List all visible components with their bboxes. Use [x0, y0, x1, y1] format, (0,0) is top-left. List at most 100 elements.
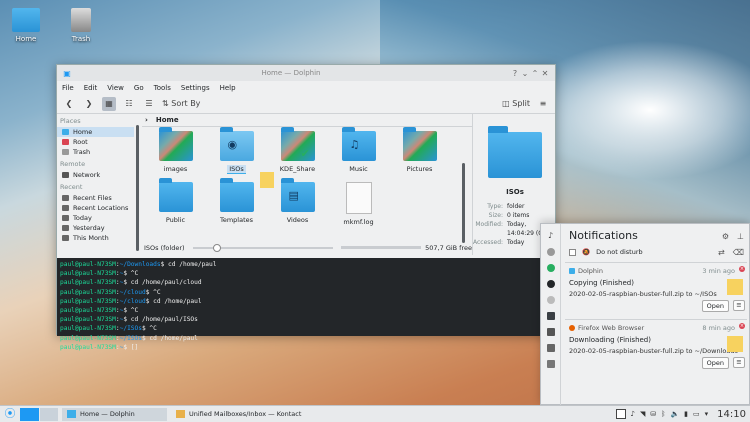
menu-file[interactable]: File [62, 84, 74, 92]
info-key: Type: [487, 203, 503, 210]
clear-all-icon[interactable]: ⌫ [733, 248, 744, 257]
clipboard-icon[interactable] [546, 344, 555, 352]
clock-icon[interactable] [546, 248, 555, 256]
menu-settings[interactable]: Settings [181, 84, 210, 92]
terminal-line: paul@paul-N73SM:~$ cd /home/paul/ISOs [60, 316, 198, 324]
usb-icon[interactable] [546, 296, 555, 304]
places-item-root[interactable]: Root [57, 137, 134, 147]
details-view-icon[interactable]: ☰ [142, 97, 156, 111]
forward-icon[interactable]: ❯ [82, 97, 96, 111]
bluetooth-icon[interactable]: ᛒ [661, 410, 665, 418]
notifications-sidebar: ♪ [541, 224, 561, 406]
maximize-icon[interactable]: ⌃ [530, 69, 540, 78]
show-desktop-icon[interactable] [615, 409, 626, 419]
file-item-isos[interactable]: ◉ ISOs [206, 127, 267, 174]
vault-icon[interactable]: ⛁ [650, 410, 656, 418]
zoom-slider-handle[interactable] [212, 243, 221, 252]
vpn-icon[interactable] [546, 280, 555, 288]
file-item-videos[interactable]: ▤ Videos [267, 178, 328, 226]
battery-icon[interactable]: ▮ [684, 410, 688, 418]
file-item-music[interactable]: ♫ Music [328, 127, 389, 173]
network-icon[interactable]: ▭ [693, 410, 700, 418]
menu-view[interactable]: View [107, 84, 124, 92]
bell-icon[interactable]: ♪ [547, 232, 555, 240]
do-not-disturb-toggle[interactable]: 🔕 Do not disturb [569, 248, 643, 256]
task-kontact[interactable]: Unified Mailboxes/Inbox — Kontact [171, 408, 306, 421]
notification-bell-icon[interactable]: ♪ [631, 410, 635, 418]
places-item-home[interactable]: Home [57, 127, 134, 137]
places-item-yesterday[interactable]: Yesterday [57, 223, 134, 233]
file-item-templates[interactable]: Templates [206, 178, 267, 226]
task-label: Unified Mailboxes/Inbox — Kontact [189, 410, 302, 418]
task-dolphin[interactable]: Home — Dolphin [62, 407, 167, 421]
hamburger-menu-icon[interactable]: ≡ [536, 97, 550, 111]
split-button[interactable]: ◫ Split [502, 97, 530, 111]
cast-icon[interactable]: ◥ [640, 410, 645, 418]
menu-icon[interactable]: ≡ [733, 357, 745, 368]
places-scrollbar[interactable] [136, 125, 139, 251]
zoom-slider[interactable] [192, 243, 334, 252]
pin-icon[interactable]: ⊥ [737, 232, 744, 241]
dnd-checkbox[interactable] [569, 248, 576, 256]
places-item-recent-locations[interactable]: Recent Locations [57, 203, 134, 213]
menu-edit[interactable]: Edit [84, 84, 98, 92]
terminal-user: paul@paul-N73SM [60, 279, 116, 287]
places-item-recent-files[interactable]: Recent Files [57, 193, 134, 203]
display-icon[interactable] [546, 312, 555, 320]
terminal-user: paul@paul-N73SM [60, 270, 116, 278]
file-item-images[interactable]: images [145, 127, 206, 173]
places-item-trash[interactable]: Trash [57, 147, 134, 157]
breadcrumb-home[interactable]: Home [156, 116, 179, 124]
breadcrumb[interactable]: › Home [142, 114, 472, 127]
open-button[interactable]: Open [701, 357, 729, 369]
check-icon: ✔ [300, 147, 310, 160]
virtual-desktop-pager[interactable] [20, 407, 58, 421]
dolphin-icon [67, 410, 76, 418]
file-item-kde-share[interactable]: ✔ KDE_Share [267, 127, 328, 173]
close-icon[interactable]: ✕ [540, 69, 550, 78]
file-item-pictures[interactable]: Pictures [389, 127, 450, 173]
volume-icon[interactable]: 🔈 [670, 410, 679, 418]
desktop-icon-trash[interactable]: Trash [61, 8, 101, 43]
menu-tools[interactable]: Tools [154, 84, 171, 92]
sync-icon[interactable] [546, 264, 555, 272]
desktop-icon-home[interactable]: Home [6, 8, 46, 43]
window-titlebar[interactable]: ▣ Home — Dolphin ? ⌄ ⌃ ✕ [57, 65, 555, 81]
info-row: Type: folder [473, 202, 557, 211]
menu-help[interactable]: Help [220, 84, 236, 92]
close-icon[interactable]: × [739, 323, 745, 329]
places-item-this-month[interactable]: This Month [57, 233, 134, 243]
sort-by-label: Sort By [171, 99, 201, 108]
file-label: KDE_Share [279, 165, 316, 173]
help-icon[interactable]: ? [510, 69, 520, 78]
application-launcher-icon[interactable]: ⦿ [3, 407, 17, 421]
battery-icon[interactable] [546, 328, 555, 336]
printer-icon[interactable] [546, 360, 555, 368]
icons-view-icon[interactable]: ▦ [102, 96, 116, 111]
places-item-network[interactable]: Network [57, 170, 134, 180]
open-button[interactable]: Open [701, 300, 729, 312]
close-icon[interactable]: × [739, 266, 745, 272]
history-icon[interactable]: ⇄ [718, 248, 725, 257]
file-item-mkmf-log[interactable]: mkmf.log [328, 182, 389, 226]
desktop-1[interactable] [20, 407, 39, 421]
compact-view-icon[interactable]: ☷ [122, 97, 136, 111]
file-item-public[interactable]: Public [145, 178, 206, 226]
minimize-icon[interactable]: ⌄ [520, 69, 530, 78]
back-icon[interactable]: ❮ [62, 97, 76, 111]
menu-icon[interactable]: ≡ [733, 300, 745, 311]
home-folder-icon [12, 8, 40, 32]
tray-expand-icon[interactable]: ▾ [705, 410, 709, 418]
files-scrollbar[interactable] [462, 163, 465, 243]
configure-icon[interactable]: ⚙ [722, 232, 729, 241]
terminal-path: ~/ISOs [119, 325, 142, 333]
terminal-line: paul@paul-N73SM:~/ISOs$ ^C [60, 325, 157, 333]
places-item-today[interactable]: Today [57, 213, 134, 223]
split-icon: ◫ [502, 99, 513, 108]
clock[interactable]: 14:10 [717, 409, 746, 420]
menu-go[interactable]: Go [134, 84, 144, 92]
sort-by-button[interactable]: ⇅ Sort By [162, 97, 200, 111]
desktop-2[interactable] [39, 407, 58, 421]
app-icon[interactable]: ▣ [62, 69, 72, 78]
terminal-panel[interactable]: paul@paul-N73SM:~/Downloads$ cd /home/pa… [57, 258, 557, 351]
